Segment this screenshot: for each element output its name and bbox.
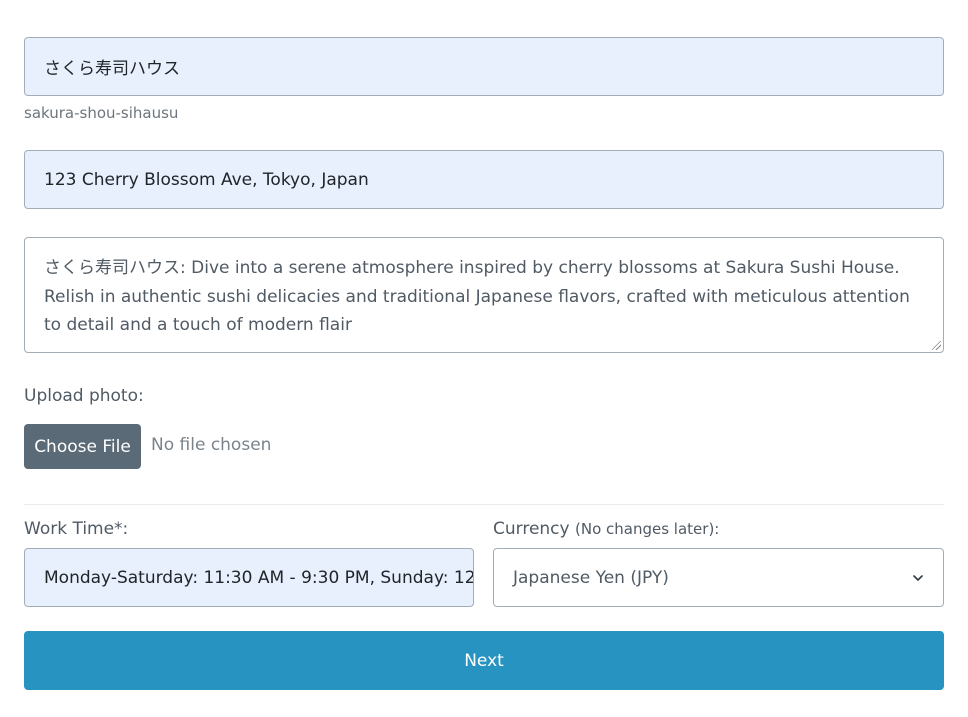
choose-file-button[interactable]: Choose File	[24, 424, 141, 469]
address-input[interactable]: 123 Cherry Blossom Ave, Tokyo, Japan	[24, 150, 944, 209]
divider	[24, 504, 944, 505]
slug-text: sakura-shou-sihausu	[24, 104, 179, 122]
work-time-label: Work Time*:	[24, 519, 129, 539]
work-time-input[interactable]: Monday-Saturday: 11:30 AM - 9:30 PM, Sun…	[24, 548, 474, 607]
resize-handle[interactable]	[932, 341, 941, 350]
upload-photo-label: Upload photo:	[24, 386, 144, 406]
work-time-value: Monday-Saturday: 11:30 AM - 9:30 PM, Sun…	[44, 567, 474, 588]
address-value: 123 Cherry Blossom Ave, Tokyo, Japan	[44, 169, 369, 190]
description-value: さくら寿司ハウス: Dive into a serene atmosphere …	[44, 258, 910, 335]
restaurant-name-value: さくら寿司ハウス	[44, 59, 180, 79]
next-button[interactable]: Next	[24, 631, 944, 690]
currency-label-text: Currency	[493, 519, 570, 539]
currency-label: Currency (No changes later):	[493, 519, 719, 539]
currency-select[interactable]: Japanese Yen (JPY)	[493, 548, 944, 607]
restaurant-form: さくら寿司ハウス sakura-shou-sihausu 123 Cherry …	[0, 0, 968, 717]
file-status-text: No file chosen	[151, 435, 272, 455]
chevron-down-icon	[913, 574, 923, 581]
restaurant-name-input[interactable]: さくら寿司ハウス	[24, 37, 944, 96]
currency-selected-value: Japanese Yen (JPY)	[513, 567, 669, 588]
description-textarea[interactable]: さくら寿司ハウス: Dive into a serene atmosphere …	[24, 237, 944, 353]
currency-label-note: (No changes later):	[575, 520, 720, 538]
